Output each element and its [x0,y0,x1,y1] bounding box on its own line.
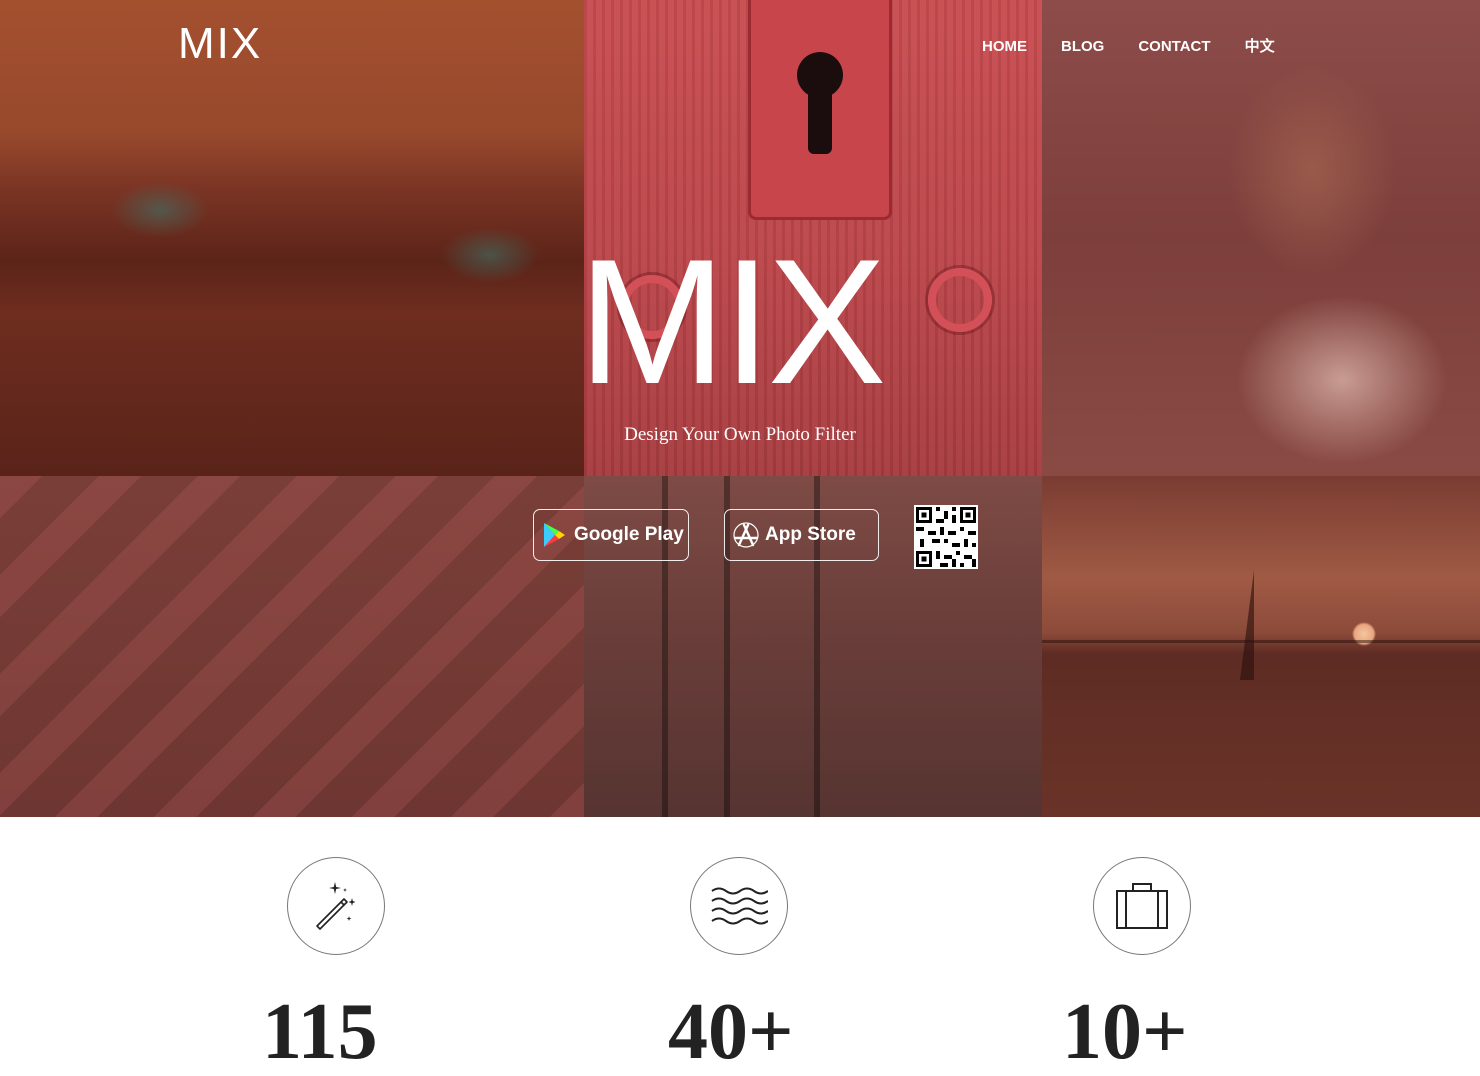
magic-wand-icon [316,882,356,930]
sailboat-shape [1240,570,1254,680]
hero-photo-portrait [1042,0,1480,476]
main-nav: HOME BLOG CONTACT 中文 [982,37,1275,57]
qr-code-icon [914,505,978,569]
keyhole-slot-shape [808,88,832,154]
stat-value: 115 [262,988,378,1076]
feature-waves [690,857,788,955]
site-logo[interactable]: MIX [178,22,262,66]
nav-blog[interactable]: BLOG [1061,37,1104,57]
app-store-label: App Store [765,524,856,545]
waves-icon [711,887,768,925]
nav-chinese[interactable]: 中文 [1245,37,1275,57]
hero-subtitle: Design Your Own Photo Filter [624,424,856,445]
google-play-button[interactable]: Google Play [533,509,689,561]
google-play-label: Google Play [574,524,684,545]
hero-photo-sunset-sea [1042,476,1480,817]
sea-horizon [1042,640,1480,643]
app-store-icon [733,522,759,548]
google-play-icon [542,522,566,548]
hero-photo-neon-sign [0,476,584,817]
feature-briefcase [1093,857,1191,955]
screw-shape [928,268,992,332]
stat-value: 40+ [668,988,794,1076]
stat-value: 10+ [1062,988,1188,1076]
hero-title: MIX [578,222,886,421]
app-store-button[interactable]: App Store [724,509,879,561]
hero-photo-veiled-eyes [0,0,584,476]
nav-home[interactable]: HOME [982,37,1027,57]
feature-filters [287,857,385,955]
briefcase-icon [1116,883,1168,929]
nav-contact[interactable]: CONTACT [1138,37,1210,57]
